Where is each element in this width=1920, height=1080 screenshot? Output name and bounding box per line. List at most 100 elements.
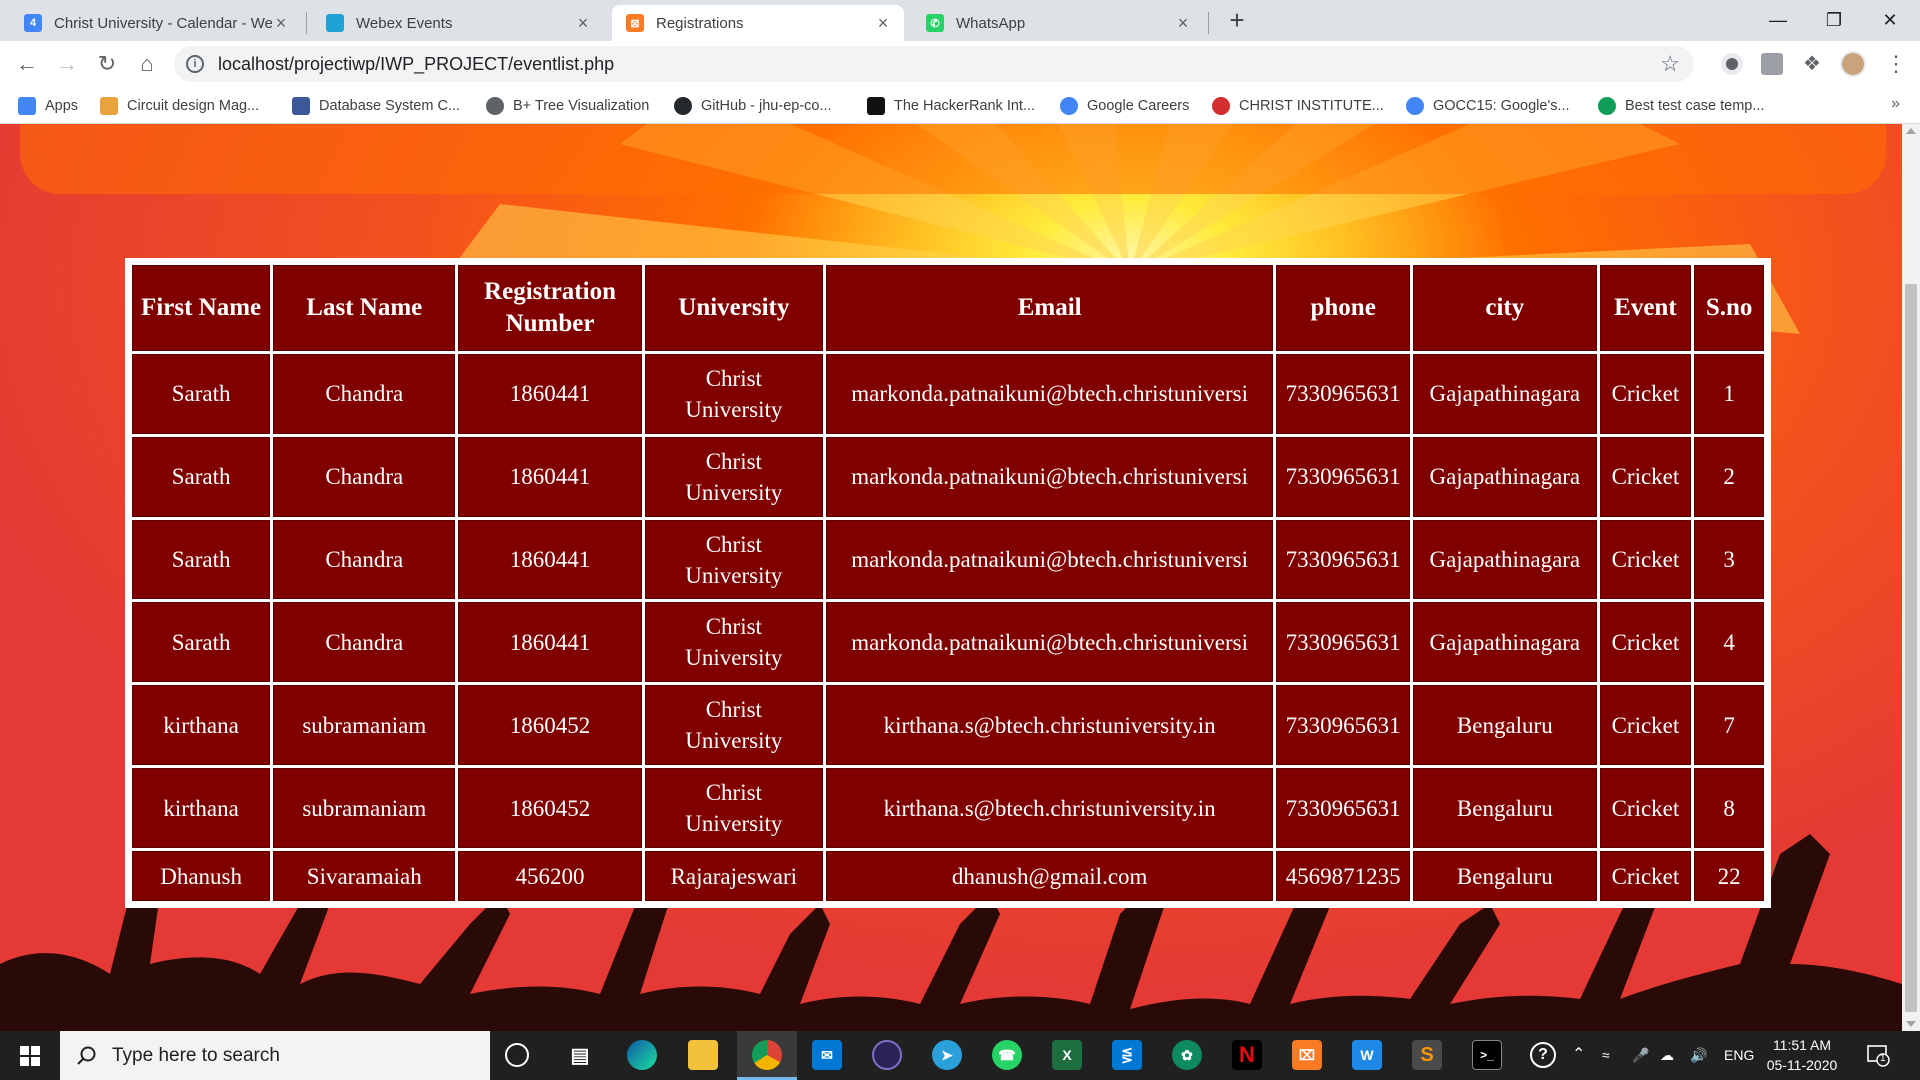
- bookmark-item[interactable]: Circuit design Mag...: [100, 95, 259, 117]
- extension-puzzle-copy-icon[interactable]: [1761, 53, 1783, 75]
- tray-expand-icon[interactable]: ⌃: [1572, 1044, 1585, 1064]
- restore-button[interactable]: ❐: [1806, 0, 1862, 40]
- column-header-university: University: [644, 265, 823, 351]
- xampp-taskbar-icon[interactable]: ⌧: [1292, 1040, 1322, 1070]
- scroll-down-arrow-icon[interactable]: [1906, 1021, 1916, 1027]
- cell-event: Cricket: [1599, 851, 1692, 901]
- cell-registration-number: 1860441: [458, 436, 642, 517]
- reload-button[interactable]: ↻: [92, 49, 122, 79]
- clock-time: 11:51 AM: [1772, 1037, 1832, 1053]
- mail-icon[interactable]: ✉: [812, 1040, 842, 1070]
- microphone-icon[interactable]: 🎤: [1632, 1047, 1649, 1064]
- vscode-icon[interactable]: ⋚: [1112, 1040, 1142, 1070]
- column-header-event: Event: [1599, 265, 1692, 351]
- circuit-icon: [100, 97, 118, 115]
- cell-last-name: subramaniam: [273, 685, 456, 766]
- back-button[interactable]: ←: [12, 49, 42, 79]
- language-indicator[interactable]: ENG: [1724, 1047, 1754, 1063]
- cell-phone: 7330965631: [1276, 436, 1411, 517]
- testcase-icon: [1598, 97, 1616, 115]
- site-info-icon[interactable]: i: [186, 55, 204, 73]
- table-header-row: First Name Last Name Registration Number…: [132, 265, 1764, 351]
- bookmark-star-icon[interactable]: ☆: [1660, 51, 1680, 77]
- tab-close-icon[interactable]: ×: [574, 13, 592, 34]
- sublime-text-icon[interactable]: S: [1412, 1040, 1442, 1070]
- tab-close-icon[interactable]: ×: [1174, 13, 1192, 34]
- bookmark-item[interactable]: GitHub - jhu-ep-co...: [674, 95, 832, 117]
- minimize-button[interactable]: —: [1750, 0, 1806, 40]
- taskbar-search-box[interactable]: Type here to search: [60, 1031, 490, 1080]
- eclipse-icon[interactable]: [872, 1040, 902, 1070]
- windows-taskbar: Type here to search ▤ ✉ ➤ ☎ X ⋚ ✿ N ⌧ W …: [0, 1031, 1920, 1080]
- telegram-icon[interactable]: ➤: [932, 1040, 962, 1070]
- xampp-icon: ⊠: [626, 14, 644, 32]
- notification-count: 1: [1880, 1053, 1886, 1064]
- forward-button[interactable]: →: [52, 49, 82, 79]
- extensions-icon[interactable]: ❖: [1801, 53, 1823, 75]
- cell-phone: 7330965631: [1276, 354, 1411, 434]
- bookmark-item[interactable]: Database System C...: [292, 95, 460, 117]
- tab-webex[interactable]: Webex Events ×: [312, 5, 604, 41]
- scrollbar-thumb[interactable]: [1905, 284, 1917, 1012]
- tab-xampp[interactable]: ⊠ Registrations ×: [612, 5, 904, 41]
- onedrive-icon[interactable]: ☁: [1660, 1047, 1674, 1064]
- cell-sno: 4: [1694, 602, 1764, 683]
- home-button[interactable]: ⌂: [132, 49, 162, 79]
- profile-avatar[interactable]: [1840, 51, 1866, 77]
- tab-google-calendar[interactable]: 4 Christ University - Calendar - We ×: [10, 5, 302, 41]
- bookmark-item[interactable]: B+ Tree Visualization: [486, 95, 649, 117]
- bookmark-item[interactable]: CHRIST INSTITUTE...: [1212, 95, 1384, 117]
- cell-university: Christ University: [644, 602, 823, 683]
- volume-icon[interactable]: 🔊: [1690, 1047, 1707, 1064]
- bookmark-label: The HackerRank Int...: [894, 98, 1036, 114]
- bookmark-item[interactable]: Apps: [18, 95, 78, 117]
- tab-title: Webex Events: [356, 14, 453, 32]
- url-text[interactable]: localhost/projectiwp/IWP_PROJECT/eventli…: [218, 54, 614, 75]
- table-row: kirthana subramaniam 1860452 Christ Univers…: [132, 685, 1764, 766]
- tab-whatsapp[interactable]: ✆ WhatsApp ×: [912, 5, 1204, 41]
- table-row: Sarath Chandra 1860441 Christ University mar…: [132, 602, 1764, 683]
- system-clock[interactable]: 11:51 AM 05-11-2020: [1762, 1035, 1842, 1075]
- browser-menu-icon[interactable]: ⋮: [1885, 51, 1907, 77]
- bookmark-item[interactable]: Best test case temp...: [1598, 95, 1764, 117]
- christ-institute-icon: [1212, 97, 1230, 115]
- new-tab-button[interactable]: +: [1222, 5, 1252, 35]
- netflix-icon[interactable]: N: [1232, 1040, 1262, 1070]
- cell-phone: 7330965631: [1276, 685, 1411, 766]
- start-button[interactable]: [0, 1031, 60, 1080]
- address-bar[interactable]: i localhost/projectiwp/IWP_PROJECT/event…: [174, 46, 1694, 82]
- tab-strip: 4 Christ University - Calendar - We × Webex…: [0, 0, 1920, 41]
- cell-registration-number: 1860441: [458, 519, 642, 600]
- cell-registration-number: 1860441: [458, 354, 642, 434]
- edge-browser-icon[interactable]: [627, 1040, 657, 1070]
- cell-first-name: kirthana: [132, 768, 271, 848]
- tab-close-icon[interactable]: ×: [874, 13, 892, 34]
- bookmark-label: Apps: [45, 98, 79, 114]
- cortana-icon[interactable]: [505, 1043, 529, 1067]
- task-view-icon[interactable]: ▤: [565, 1040, 595, 1070]
- bookmark-item[interactable]: GOCC15: Google's...: [1406, 95, 1570, 117]
- bookmarks-overflow-icon[interactable]: »: [1891, 95, 1900, 113]
- help-icon[interactable]: ?: [1530, 1042, 1556, 1068]
- excel-icon[interactable]: X: [1052, 1040, 1082, 1070]
- action-center-icon[interactable]: 1: [1866, 1043, 1890, 1067]
- whatsapp-taskbar-icon[interactable]: ☎: [992, 1040, 1022, 1070]
- close-window-button[interactable]: ✕: [1862, 0, 1918, 40]
- wifi-icon[interactable]: ≈: [1602, 1047, 1610, 1063]
- scroll-up-arrow-icon[interactable]: [1906, 128, 1916, 134]
- extension-circle-icon[interactable]: [1721, 53, 1743, 75]
- tab-close-icon[interactable]: ×: [272, 13, 290, 34]
- bookmark-item[interactable]: The HackerRank Int...: [867, 95, 1035, 117]
- chatgpt-app-icon[interactable]: ✿: [1172, 1040, 1202, 1070]
- chrome-icon[interactable]: [752, 1040, 782, 1070]
- cell-event: Cricket: [1599, 436, 1692, 517]
- bookmark-item[interactable]: Google Careers: [1060, 95, 1189, 117]
- column-header-first-name: First Name: [132, 265, 271, 351]
- terminal-icon[interactable]: >_: [1472, 1040, 1502, 1070]
- page-scrollbar[interactable]: [1902, 124, 1920, 1031]
- word-web-icon[interactable]: W: [1352, 1040, 1382, 1070]
- cell-phone: 7330965631: [1276, 602, 1411, 683]
- bookmark-label: B+ Tree Visualization: [513, 98, 650, 114]
- bookmark-label: Google Careers: [1087, 98, 1190, 114]
- file-explorer-icon[interactable]: [688, 1040, 718, 1070]
